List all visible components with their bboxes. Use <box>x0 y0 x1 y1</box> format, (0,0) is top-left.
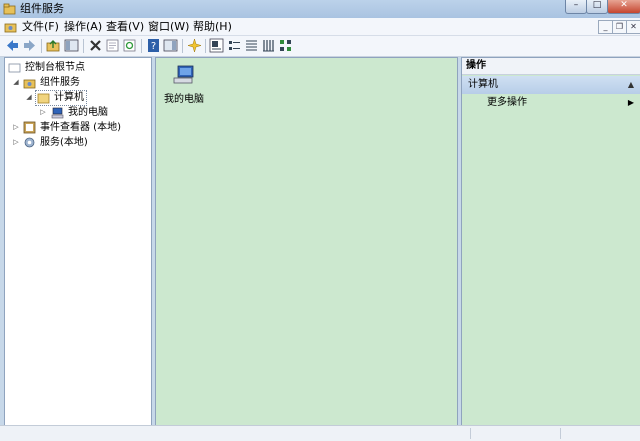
new-object-icon[interactable] <box>187 38 202 53</box>
status-bar-divider <box>560 428 561 439</box>
toolbar-separator <box>141 39 142 53</box>
detail-view-icon[interactable] <box>261 38 276 53</box>
toolbar-separator <box>182 39 183 53</box>
delete-icon[interactable] <box>88 38 103 53</box>
back-icon[interactable] <box>5 38 20 53</box>
more-actions-link[interactable]: 更多操作 <box>487 96 527 110</box>
svg-text:?: ? <box>151 41 156 52</box>
small-icons-view-icon[interactable] <box>227 38 242 53</box>
mdi-close-button[interactable]: ✕ <box>626 20 640 34</box>
computer-icon <box>51 107 64 119</box>
refresh-icon[interactable] <box>122 38 137 53</box>
tree-label: 服务(本地) <box>40 137 88 148</box>
mdi-minimize-button[interactable]: _ <box>598 20 613 34</box>
menu-action[interactable]: 操作(A) <box>64 19 102 34</box>
component-services-icon <box>23 79 36 89</box>
forward-icon[interactable] <box>22 38 37 53</box>
result-pane[interactable]: 我的电脑 <box>155 57 458 426</box>
show-tree-icon[interactable] <box>64 38 79 53</box>
maximize-button[interactable]: □ <box>586 0 608 14</box>
window-title: 组件服务 <box>20 2 64 15</box>
minimize-button[interactable]: – <box>565 0 587 14</box>
computer-icon <box>173 65 194 84</box>
tree-label: 计算机 <box>54 92 84 103</box>
event-viewer-icon <box>23 121 36 134</box>
list-view-icon[interactable] <box>244 38 259 53</box>
collapse-icon[interactable]: ◢ <box>12 75 20 90</box>
close-button[interactable]: ✕ <box>607 0 640 14</box>
services-gear-icon <box>24 137 35 148</box>
folder-icon <box>8 63 21 73</box>
show-action-pane-icon[interactable] <box>163 38 178 53</box>
toolbar-separator <box>41 39 42 53</box>
menu-file[interactable]: 文件(F) <box>22 19 59 34</box>
chevron-right-icon[interactable]: ▶ <box>628 96 634 110</box>
actions-section-computers[interactable]: 计算机 ▲ <box>462 76 640 94</box>
toolbar: ? <box>0 36 640 57</box>
folder-icon <box>37 93 50 104</box>
status-bar-divider <box>470 428 471 439</box>
properties-icon[interactable] <box>105 38 120 53</box>
expand-icon[interactable]: ▷ <box>12 120 20 135</box>
collapse-up-icon[interactable]: ▲ <box>628 76 634 94</box>
configure-icon[interactable] <box>278 38 293 53</box>
expand-icon[interactable]: ▷ <box>39 105 47 120</box>
status-bar <box>0 425 640 441</box>
tree-label: 组件服务 <box>40 77 80 88</box>
component-services-icon <box>3 3 16 15</box>
system-menu-icon[interactable] <box>4 20 17 33</box>
up-folder-icon[interactable] <box>46 38 61 53</box>
collapse-icon[interactable]: ◢ <box>25 90 33 105</box>
tree-label: 事件查看器 (本地) <box>40 122 121 133</box>
menu-view[interactable]: 查看(V) <box>106 19 144 34</box>
title-bar: 组件服务 – □ ✕ <box>0 0 640 18</box>
help-icon[interactable]: ? <box>146 38 161 53</box>
console-tree-pane[interactable]: 控制台根节点 ◢ 组件服务 ◢ 计算机 ▷ 我的电脑 ▷ 事件查看器 (本地) <box>4 57 152 426</box>
large-icons-view-icon[interactable] <box>209 38 224 53</box>
menu-window[interactable]: 窗口(W) <box>148 19 189 34</box>
toolbar-separator <box>205 39 206 53</box>
tree-label: 控制台根节点 <box>25 62 85 73</box>
tree-label: 我的电脑 <box>68 107 108 118</box>
toolbar-separator <box>83 39 84 53</box>
actions-section-label: 计算机 <box>468 79 498 90</box>
actions-pane: 操作 计算机 ▲ 更多操作 ▶ <box>461 57 640 426</box>
actions-header: 操作 <box>462 58 640 75</box>
result-item-label: 我的电脑 <box>164 94 204 105</box>
menu-bar: 文件(F) 操作(A) 查看(V) 窗口(W) 帮助(H) _ ❐ ✕ <box>0 18 640 36</box>
menu-help[interactable]: 帮助(H) <box>193 19 232 34</box>
expand-icon[interactable]: ▷ <box>12 135 20 150</box>
mdi-restore-button[interactable]: ❐ <box>612 20 627 34</box>
